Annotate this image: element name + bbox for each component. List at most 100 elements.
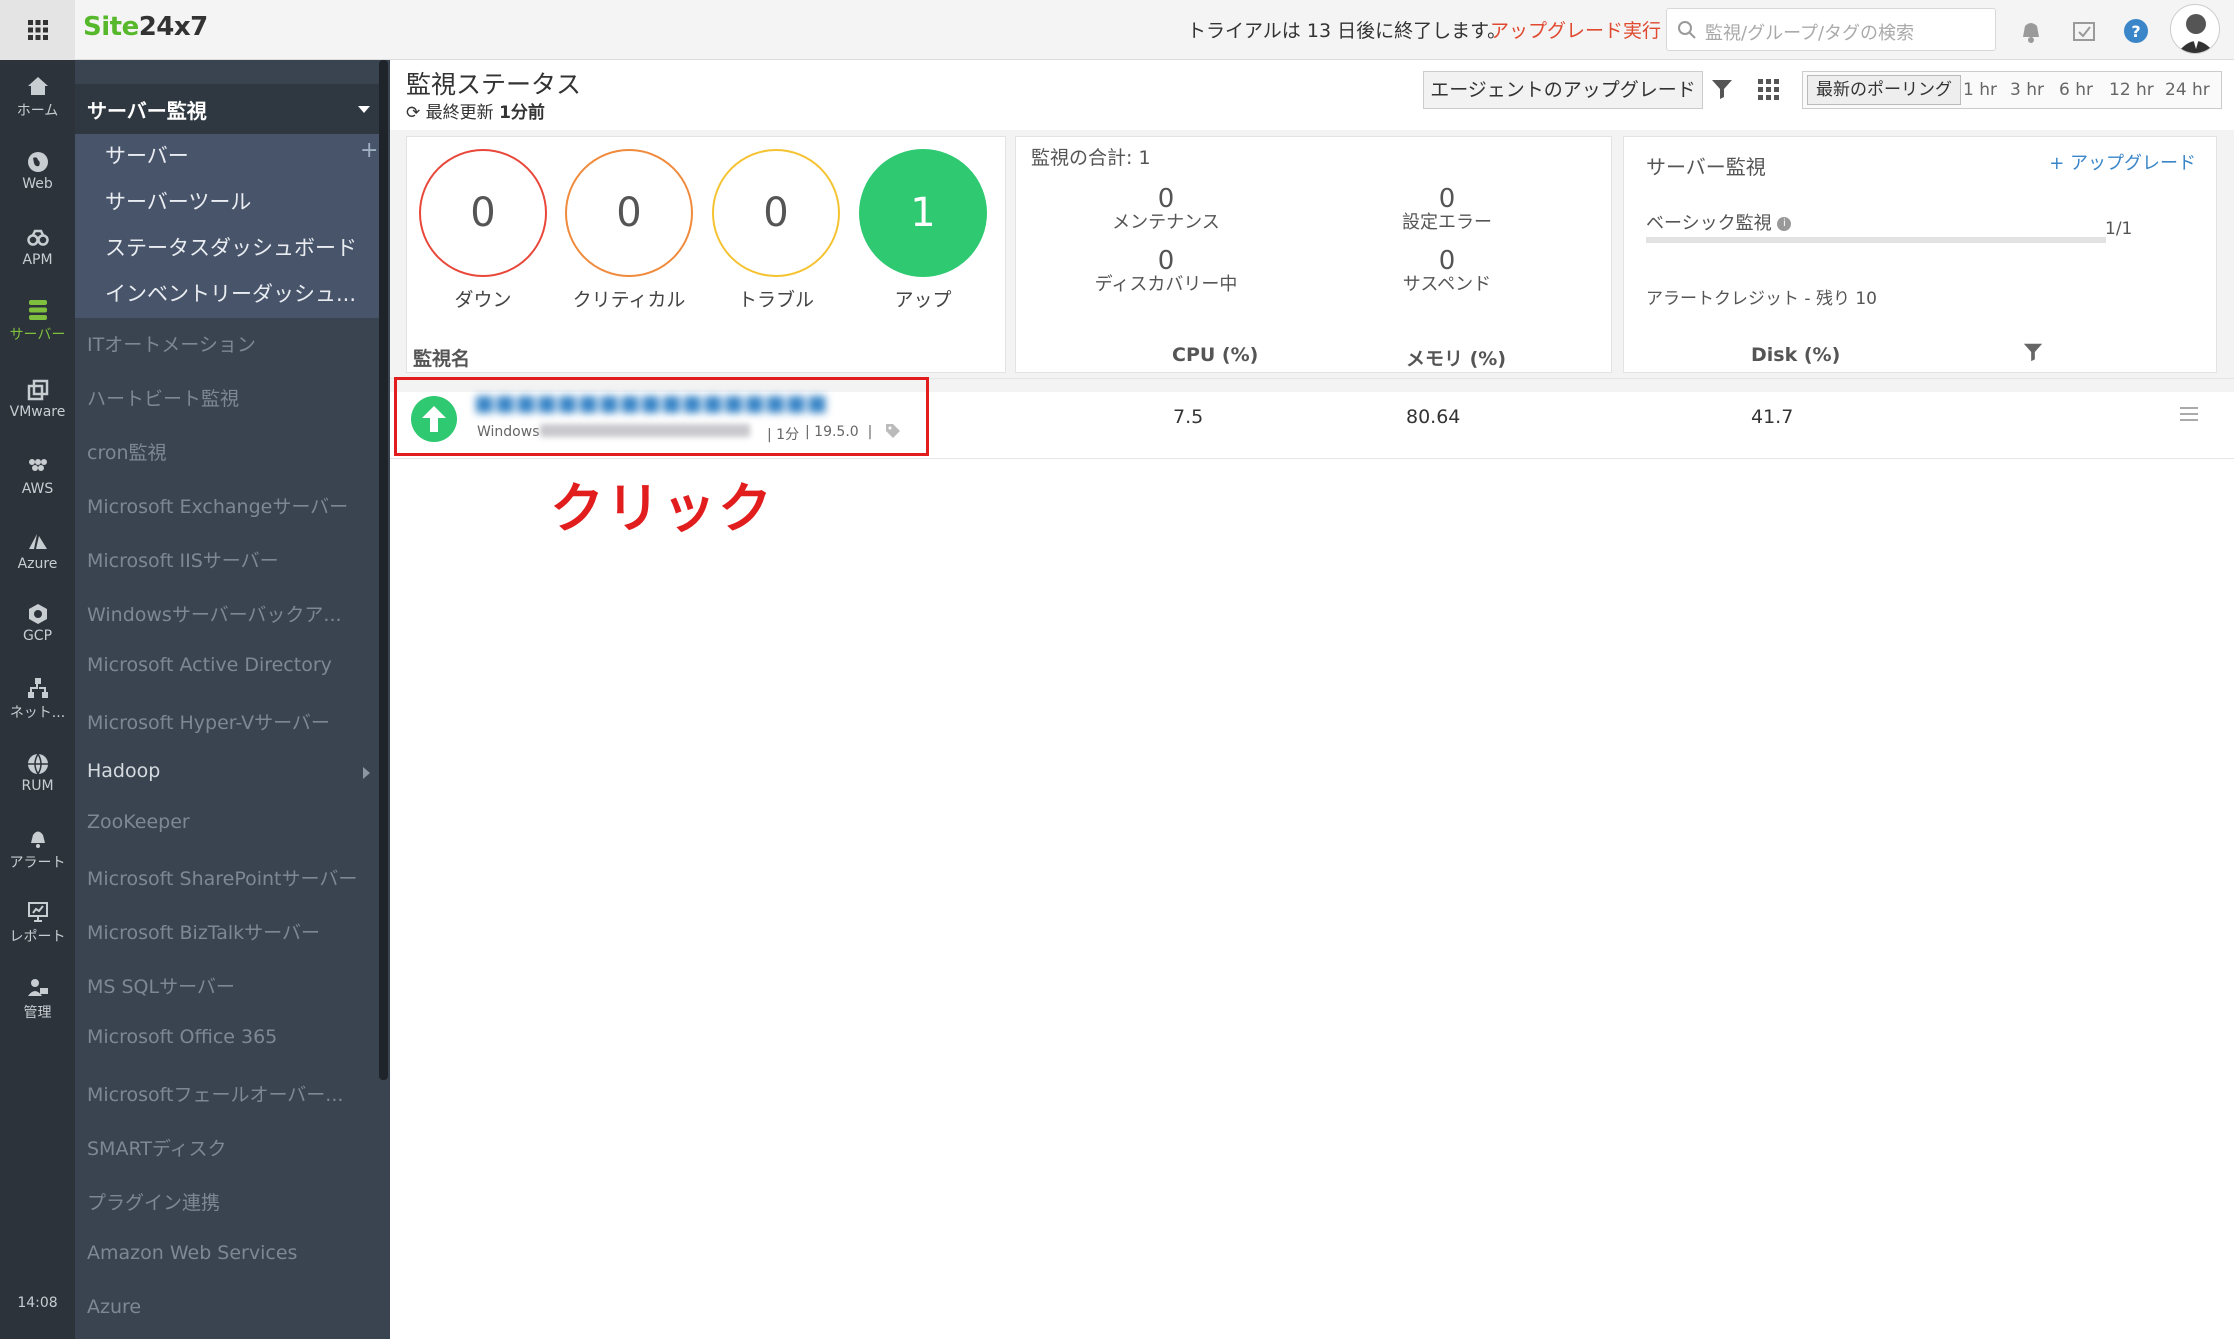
nav-vmware[interactable]: VMware [0,378,75,420]
sidebar-category-hadoop[interactable]: Hadoop [87,760,160,782]
binoculars-icon [26,229,49,246]
click-annotation: クリック [550,477,774,540]
news-icon[interactable] [2070,17,2098,45]
nav-apm[interactable]: APM [0,226,75,268]
status-critical-circle[interactable]: 0 [565,149,693,277]
basic-monitor-label: ベーシック監視 i [1646,209,1792,235]
col-disk[interactable]: Disk (%) [1751,344,1840,366]
sidebar-item-servers[interactable]: サーバー [105,140,189,170]
poll-3hr[interactable]: 3 hr [2010,80,2044,100]
svg-text:?: ? [2131,22,2140,41]
nav-home[interactable]: ホーム [0,74,75,120]
refresh-icon[interactable]: ⟳ [406,103,420,123]
license-usage-bar [1646,237,2106,243]
sidebar-category[interactable]: Windowsサーバーバックア... [87,600,342,627]
total-suspended[interactable]: 0 サスペンド [1327,247,1567,295]
sidebar-category[interactable]: Microsoft Exchangeサーバー [87,492,348,519]
row-menu-icon[interactable] [2180,407,2198,421]
announcement-icon[interactable] [2017,17,2045,45]
status-up-label: アップ [894,289,952,311]
page-title: 監視ステータス [406,70,582,99]
grid-view-icon[interactable] [1758,79,1780,101]
alert-credit: アラートクレジット - 残り 10 [1646,289,1877,309]
add-server-icon[interactable]: + [360,138,378,163]
poll-24hr[interactable]: 24 hr [2165,80,2210,100]
cell-disk: 41.7 [1751,406,1794,428]
sidebar-category[interactable]: Microsoft IISサーバー [87,546,279,573]
app-grid-icon[interactable] [0,0,75,60]
col-cpu[interactable]: CPU (%) [1172,344,1258,366]
status-trouble-circle[interactable]: 0 [712,149,840,277]
nav-web[interactable]: Web [0,150,75,192]
poll-1hr[interactable]: 1 hr [1963,80,1997,100]
sidebar-category[interactable]: Microsoft BizTalkサーバー [87,918,320,945]
sidebar-item-inventory-dashboard[interactable]: インベントリーダッシュ... [105,278,356,308]
sidebar-category[interactable]: Amazon Web Services [87,1242,297,1264]
caret-down-icon [358,106,370,113]
server-sidebar: サーバー監視 サーバー サーバーツール ステータスダッシュボード インベントリー… [75,60,390,1339]
network-icon [27,678,48,698]
sidebar-category[interactable]: cron監視 [87,438,167,465]
col-memory[interactable]: メモリ (%) [1406,344,1506,371]
left-icon-nav: ホーム Web APM サーバー VMware AWS Azure GCP ネッ… [0,60,75,1339]
admin-icon [27,979,48,996]
sidebar-category[interactable]: Microsoftフェールオーバー... [87,1080,343,1107]
poll-latest-button[interactable]: 最新のポーリング [1807,75,1961,105]
rum-icon [27,753,48,776]
total-config-error[interactable]: 0 設定エラー [1327,185,1567,233]
sidebar-category[interactable]: Microsoft SharePointサーバー [87,864,357,891]
report-icon [27,902,48,922]
last-updated: ⟳ 最終更新 1分前 [406,103,545,123]
nav-server[interactable]: サーバー [0,298,75,344]
nav-rum[interactable]: RUM [0,752,75,794]
vmware-icon [27,379,48,401]
sidebar-category[interactable]: ITオートメーション [87,330,256,357]
nav-aws[interactable]: AWS [0,455,75,497]
info-icon[interactable]: i [1777,217,1792,231]
col-monitor-name[interactable]: 監視名 [413,344,470,371]
column-filter-icon[interactable] [2022,341,2044,363]
sidebar-scrollbar[interactable] [379,60,388,1080]
bell-icon [30,831,45,848]
sidebar-category[interactable]: MS SQLサーバー [87,972,235,999]
filter-icon[interactable] [1710,77,1734,101]
nav-alert[interactable]: アラート [0,826,75,872]
agent-upgrade-button[interactable]: エージェントのアップグレード [1423,71,1703,109]
sidebar-header[interactable]: サーバー監視 [75,84,380,134]
total-discovery[interactable]: 0 ディスカバリー中 [1046,247,1286,295]
status-down-circle[interactable]: 0 [419,149,547,277]
sidebar-category[interactable]: Azure [87,1296,141,1318]
status-up-circle[interactable]: 1 [859,149,987,277]
sidebar-category[interactable]: プラグイン連携 [87,1188,220,1215]
polling-range-selector: 最新のポーリング 1 hr 3 hr 6 hr 12 hr 24 hr [1802,71,2222,109]
upgrade-link[interactable]: アップグレード実行 [1490,16,1661,43]
status-trouble-label: トラブル [737,289,814,311]
sidebar-item-server-tools[interactable]: サーバーツール [105,186,251,216]
help-icon[interactable]: ? [2122,17,2150,45]
nav-admin[interactable]: 管理 [0,976,75,1022]
sidebar-category[interactable]: ZooKeeper [87,811,190,833]
poll-6hr[interactable]: 6 hr [2059,80,2093,100]
nav-gcp[interactable]: GCP [0,602,75,644]
site24x7-logo[interactable]: Site24x7 [83,12,208,42]
sidebar-category[interactable]: SMARTディスク [87,1134,227,1161]
search-placeholder: 監視/グループ/タグの検索 [1705,23,1915,44]
total-maintenance[interactable]: 0 メンテナンス [1046,185,1286,233]
sidebar-submenu: サーバー サーバーツール ステータスダッシュボード インベントリーダッシュ... [75,134,380,318]
sidebar-category[interactable]: Microsoft Office 365 [87,1026,277,1048]
sidebar-category[interactable]: Microsoft Hyper-Vサーバー [87,708,330,735]
sidebar-category[interactable]: Microsoft Active Directory [87,654,332,676]
sidebar-category[interactable]: ハートビート監視 [87,384,239,411]
user-avatar[interactable] [2170,4,2220,54]
nav-azure[interactable]: Azure [0,530,75,572]
sidebar-item-status-dashboard[interactable]: ステータスダッシュボード [105,232,357,262]
home-icon [27,77,48,95]
license-upgrade-link[interactable]: + アップグレード [2049,149,2196,175]
nav-network[interactable]: ネット... [0,676,75,722]
license-count: 1/1 [2105,219,2133,239]
trial-notice: トライアルは 13 日後に終了します。 [1187,20,1507,42]
search-input[interactable]: 監視/グループ/タグの検索 [1666,8,1996,51]
main-content: 監視ステータス ⟳ 最終更新 1分前 エージェントのアップグレード 最新のポーリ… [390,60,2234,1339]
poll-12hr[interactable]: 12 hr [2109,80,2154,100]
nav-report[interactable]: レポート [0,900,75,946]
